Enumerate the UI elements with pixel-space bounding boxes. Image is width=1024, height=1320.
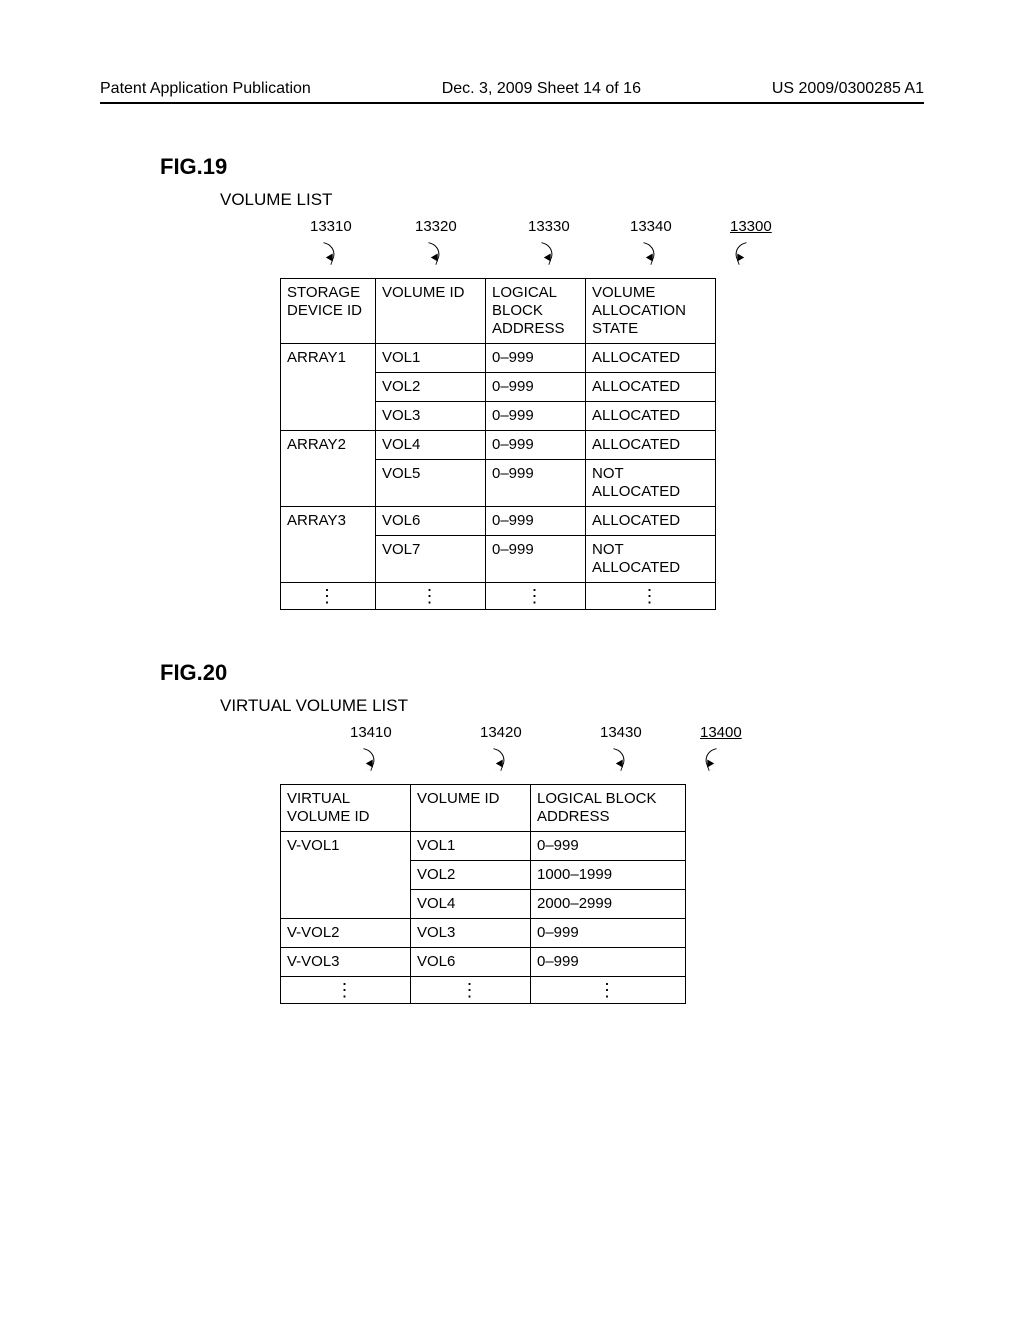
table-row-continuation: ⋮ ⋮ ⋮ ⋮ xyxy=(281,583,716,610)
vdots-icon: ⋮ xyxy=(376,583,486,610)
cell-vol: VOL5 xyxy=(376,460,486,507)
cell-lba: 2000–2999 xyxy=(531,890,686,919)
col-lba: LOGICAL BLOCK ADDRESS xyxy=(531,785,686,832)
cell-lba: 0–999 xyxy=(486,344,586,373)
cell-lba: 0–999 xyxy=(486,507,586,536)
vdots-icon: ⋮ xyxy=(586,583,716,610)
page-header: Patent Application Publication Dec. 3, 2… xyxy=(100,80,924,98)
ref-arrow-icon xyxy=(690,746,720,776)
ref-13300: 13300 xyxy=(730,218,772,235)
cell-vol: VOL3 xyxy=(411,919,531,948)
cell-lba: 1000–1999 xyxy=(531,861,686,890)
ref-13420: 13420 xyxy=(480,724,522,741)
cell-vol: VOL4 xyxy=(376,431,486,460)
vdots-icon: ⋮ xyxy=(531,977,686,1004)
table-header-row: VIRTUAL VOLUME ID VOLUME ID LOGICAL BLOC… xyxy=(281,785,686,832)
vdots-icon: ⋮ xyxy=(486,583,586,610)
table-row: V-VOL1 VOL1 0–999 xyxy=(281,832,686,861)
ref-arrow-icon xyxy=(538,240,568,270)
page: Patent Application Publication Dec. 3, 2… xyxy=(0,0,1024,1320)
cell-sid: ARRAY3 xyxy=(281,507,376,583)
ref-arrow-icon xyxy=(490,746,520,776)
cell-vvid: V-VOL2 xyxy=(281,919,411,948)
cell-vvid: V-VOL3 xyxy=(281,948,411,977)
table-row: V-VOL3 VOL6 0–999 xyxy=(281,948,686,977)
header-rule xyxy=(100,102,924,104)
cell-lba: 0–999 xyxy=(531,832,686,861)
col-lba: LOGICAL BLOCK ADDRESS xyxy=(486,279,586,344)
cell-state: ALLOCATED xyxy=(586,344,716,373)
cell-lba: 0–999 xyxy=(486,431,586,460)
ref-13310: 13310 xyxy=(310,218,352,235)
col-volume-id: VOLUME ID xyxy=(411,785,531,832)
cell-vol: VOL7 xyxy=(376,536,486,583)
figure-20-table-wrap: 13410 13420 13430 13400 VIRTUAL VOLUME I… xyxy=(280,724,924,1004)
ref-13320: 13320 xyxy=(415,218,457,235)
ref-arrow-icon xyxy=(320,240,350,270)
cell-lba: 0–999 xyxy=(531,919,686,948)
cell-lba: 0–999 xyxy=(486,536,586,583)
cell-vol: VOL6 xyxy=(411,948,531,977)
cell-vol: VOL1 xyxy=(411,832,531,861)
col-alloc-state: VOLUME ALLOCATION STATE xyxy=(586,279,716,344)
figure-20-refrow: 13410 13420 13430 13400 xyxy=(280,724,924,784)
col-storage-device-id: STORAGE DEVICE ID xyxy=(281,279,376,344)
ref-arrow-icon xyxy=(720,240,750,270)
header-right: US 2009/0300285 A1 xyxy=(772,80,924,98)
cell-vvid: V-VOL1 xyxy=(281,832,411,919)
cell-vol: VOL6 xyxy=(376,507,486,536)
cell-vol: VOL1 xyxy=(376,344,486,373)
vdots-icon: ⋮ xyxy=(411,977,531,1004)
ref-13340: 13340 xyxy=(630,218,672,235)
figure-19-title: VOLUME LIST xyxy=(220,190,924,210)
table-row: ARRAY3 VOL6 0–999 ALLOCATED xyxy=(281,507,716,536)
vdots-icon: ⋮ xyxy=(281,583,376,610)
cell-state: NOT ALLOCATED xyxy=(586,460,716,507)
figure-20-label: FIG.20 xyxy=(160,660,924,686)
table-row: ARRAY1 VOL1 0–999 ALLOCATED xyxy=(281,344,716,373)
cell-sid: ARRAY1 xyxy=(281,344,376,431)
figure-20-title: VIRTUAL VOLUME LIST xyxy=(220,696,924,716)
vdots-icon: ⋮ xyxy=(281,977,411,1004)
col-virtual-volume-id: VIRTUAL VOLUME ID xyxy=(281,785,411,832)
table-row: V-VOL2 VOL3 0–999 xyxy=(281,919,686,948)
ref-13410: 13410 xyxy=(350,724,392,741)
ref-arrow-icon xyxy=(425,240,455,270)
cell-state: ALLOCATED xyxy=(586,402,716,431)
table-row: ARRAY2 VOL4 0–999 ALLOCATED xyxy=(281,431,716,460)
header-left: Patent Application Publication xyxy=(100,80,311,98)
header-center: Dec. 3, 2009 Sheet 14 of 16 xyxy=(442,80,641,98)
cell-lba: 0–999 xyxy=(486,460,586,507)
ref-arrow-icon xyxy=(640,240,670,270)
ref-arrow-icon xyxy=(610,746,640,776)
cell-vol: VOL2 xyxy=(411,861,531,890)
figure-19-table-wrap: 13310 13320 13330 13340 13300 STORAGE DE… xyxy=(280,218,924,610)
cell-state: ALLOCATED xyxy=(586,373,716,402)
cell-state: NOT ALLOCATED xyxy=(586,536,716,583)
ref-13430: 13430 xyxy=(600,724,642,741)
ref-arrow-icon xyxy=(360,746,390,776)
table-header-row: STORAGE DEVICE ID VOLUME ID LOGICAL BLOC… xyxy=(281,279,716,344)
cell-lba: 0–999 xyxy=(486,373,586,402)
cell-vol: VOL4 xyxy=(411,890,531,919)
cell-state: ALLOCATED xyxy=(586,431,716,460)
ref-13330: 13330 xyxy=(528,218,570,235)
cell-state: ALLOCATED xyxy=(586,507,716,536)
figure-19-label: FIG.19 xyxy=(160,154,924,180)
cell-vol: VOL3 xyxy=(376,402,486,431)
cell-lba: 0–999 xyxy=(486,402,586,431)
virtual-volume-list-table: VIRTUAL VOLUME ID VOLUME ID LOGICAL BLOC… xyxy=(280,784,686,1004)
table-row-continuation: ⋮ ⋮ ⋮ xyxy=(281,977,686,1004)
volume-list-table: STORAGE DEVICE ID VOLUME ID LOGICAL BLOC… xyxy=(280,278,716,610)
ref-13400: 13400 xyxy=(700,724,742,741)
cell-vol: VOL2 xyxy=(376,373,486,402)
cell-sid: ARRAY2 xyxy=(281,431,376,507)
col-volume-id: VOLUME ID xyxy=(376,279,486,344)
figure-19-refrow: 13310 13320 13330 13340 13300 xyxy=(280,218,924,278)
cell-lba: 0–999 xyxy=(531,948,686,977)
